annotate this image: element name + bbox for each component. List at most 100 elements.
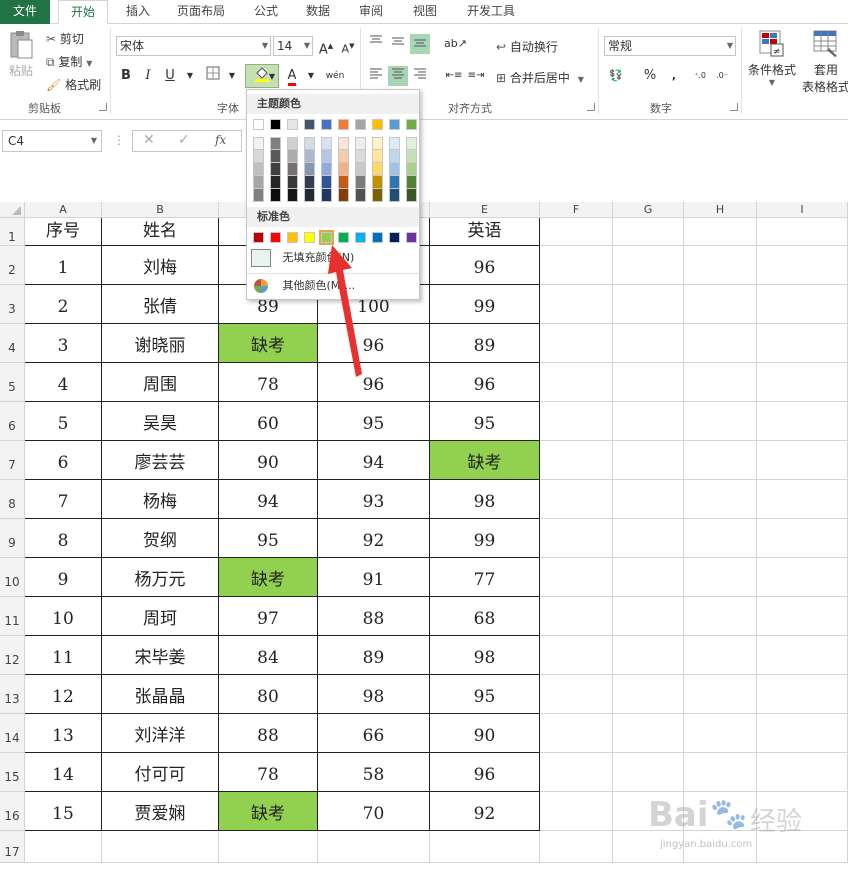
cell-f12[interactable] [540,636,613,675]
row-header-17[interactable]: 17 [0,831,25,863]
cell-g2[interactable] [613,246,684,285]
cell-e2[interactable]: 96 [430,246,540,285]
cell-h3[interactable] [684,285,757,324]
cell-a15[interactable]: 14 [25,753,102,792]
theme-shade-swatch[interactable] [253,137,264,150]
tab-formulas[interactable]: 公式 [248,0,284,24]
cell-h8[interactable] [684,480,757,519]
cell-f9[interactable] [540,519,613,558]
cell-b10[interactable]: 杨万元 [102,558,219,597]
fill-color-button[interactable]: ▼ [245,64,279,88]
cell-h6[interactable] [684,402,757,441]
row-header-13[interactable]: 13 [0,675,25,714]
theme-color-swatch[interactable] [304,119,315,130]
standard-color-swatch[interactable] [270,232,281,243]
cell-i11[interactable] [757,597,848,636]
chevron-down-icon[interactable]: ▼ [222,66,242,86]
cell-e17[interactable] [430,831,540,863]
cell-h7[interactable] [684,441,757,480]
standard-color-swatch[interactable] [389,232,400,243]
standard-color-swatch[interactable] [304,232,315,243]
cell-c15[interactable]: 78 [219,753,318,792]
theme-shade-swatch[interactable] [287,150,298,163]
cell-i1[interactable] [757,218,848,246]
select-all-button[interactable] [0,202,25,218]
theme-color-swatch[interactable] [389,119,400,130]
decrease-decimal-button[interactable]: .0⁻ [712,66,732,86]
cell-i2[interactable] [757,246,848,285]
theme-shade-swatch[interactable] [304,150,315,163]
cell-e13[interactable]: 95 [430,675,540,714]
theme-color-swatch[interactable] [355,119,366,130]
theme-shade-swatch[interactable] [321,137,332,150]
cell-g8[interactable] [613,480,684,519]
row-header-2[interactable]: 2 [0,246,25,285]
cell-f2[interactable] [540,246,613,285]
theme-shade-swatch[interactable] [270,189,281,202]
cell-b13[interactable]: 张晶晶 [102,675,219,714]
cell-b7[interactable]: 廖芸芸 [102,441,219,480]
tab-page-layout[interactable]: 页面布局 [170,0,232,24]
theme-color-swatch[interactable] [287,119,298,130]
cell-a2[interactable]: 1 [25,246,102,285]
cell-g5[interactable] [613,363,684,402]
cell-b6[interactable]: 吴昊 [102,402,219,441]
theme-shade-swatch[interactable] [304,189,315,202]
theme-shade-swatch[interactable] [406,189,417,202]
row-header-16[interactable]: 16 [0,792,25,831]
cell-e3[interactable]: 99 [430,285,540,324]
conditional-format-button[interactable]: ≠ 条件格式 ▼ [746,30,798,87]
theme-shade-swatch[interactable] [372,176,383,189]
decrease-font-button[interactable]: A▼ [338,36,358,56]
format-painter-button[interactable]: 🖌 格式刷 [46,76,101,93]
theme-shade-swatch[interactable] [372,163,383,176]
cell-i6[interactable] [757,402,848,441]
cell-f6[interactable] [540,402,613,441]
theme-shade-swatch[interactable] [253,189,264,202]
row-header-6[interactable]: 6 [0,402,25,441]
cell-g1[interactable] [613,218,684,246]
cell-i7[interactable] [757,441,848,480]
theme-shade-swatch[interactable] [270,150,281,163]
cell-d10[interactable]: 91 [318,558,430,597]
theme-shade-swatch[interactable] [287,176,298,189]
cell-f16[interactable] [540,792,613,831]
theme-shade-swatch[interactable] [389,189,400,202]
theme-shade-swatch[interactable] [321,176,332,189]
row-header-9[interactable]: 9 [0,519,25,558]
cell-g4[interactable] [613,324,684,363]
cell-a14[interactable]: 13 [25,714,102,753]
cell-f15[interactable] [540,753,613,792]
cell-e16[interactable]: 92 [430,792,540,831]
column-header-b[interactable]: B [102,202,219,218]
italic-button[interactable]: I [138,66,158,86]
cell-b4[interactable]: 谢晓丽 [102,324,219,363]
align-top-button[interactable] [366,34,386,54]
align-right-button[interactable] [410,66,430,86]
cell-b12[interactable]: 宋毕姜 [102,636,219,675]
row-header-10[interactable]: 10 [0,558,25,597]
cell-a13[interactable]: 12 [25,675,102,714]
theme-shade-swatch[interactable] [338,176,349,189]
column-header-e[interactable]: E [430,202,540,218]
phonetic-button[interactable]: wén [325,66,345,86]
cell-h13[interactable] [684,675,757,714]
cell-g3[interactable] [613,285,684,324]
standard-color-swatch[interactable] [338,232,349,243]
theme-shade-swatch[interactable] [253,150,264,163]
theme-shade-swatch[interactable] [338,163,349,176]
theme-shade-swatch[interactable] [304,176,315,189]
increase-font-button[interactable]: A▲ [316,36,336,57]
theme-shade-swatch[interactable] [355,150,366,163]
paste-button[interactable]: 粘贴 [6,30,36,90]
theme-shade-swatch[interactable] [389,137,400,150]
cell-f7[interactable] [540,441,613,480]
font-name-combo[interactable]: 宋体 ▼ [116,36,271,56]
cell-b9[interactable]: 贺纲 [102,519,219,558]
cell-g9[interactable] [613,519,684,558]
cell-i9[interactable] [757,519,848,558]
cell-i5[interactable] [757,363,848,402]
cell-e14[interactable]: 90 [430,714,540,753]
format-as-table-button[interactable]: 套用 表格格式 [800,30,848,95]
theme-shade-swatch[interactable] [321,150,332,163]
